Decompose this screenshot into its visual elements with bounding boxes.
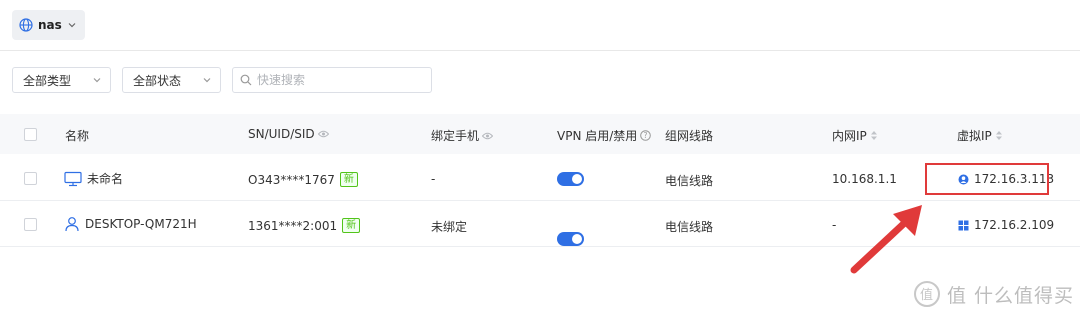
row-checkbox[interactable] <box>24 172 37 185</box>
chevron-down-icon <box>93 78 101 83</box>
row-checkbox[interactable] <box>24 218 37 231</box>
vpn-toggle[interactable] <box>557 172 584 186</box>
status-filter-select[interactable]: 全部状态 <box>122 67 221 93</box>
header-lan-ip[interactable]: 内网IP <box>832 127 878 144</box>
search-box[interactable] <box>232 67 432 93</box>
header-virtual-ip[interactable]: 虚拟IP <box>957 127 1003 144</box>
header-phone: 绑定手机 <box>431 127 494 144</box>
row-device-name: DESKTOP-QM721H <box>64 216 197 232</box>
highlight-box <box>925 163 1049 195</box>
header-name: 名称 <box>65 129 90 143</box>
row-phone: 未绑定 <box>431 220 468 234</box>
row-sn: O343****1767 新 <box>248 172 358 187</box>
type-filter-value: 全部类型 <box>23 73 72 88</box>
row-lan-ip: 10.168.1.1 <box>832 172 897 186</box>
vpn-toggle[interactable] <box>557 232 584 246</box>
network-selector[interactable]: nas <box>12 10 85 40</box>
user-icon <box>65 217 79 232</box>
new-badge: 新 <box>342 218 361 233</box>
header-sn: SN/UID/SID <box>248 127 329 141</box>
watermark: 值 值 什么值得买 <box>913 280 1074 308</box>
row-lan-ip: - <box>832 218 837 232</box>
network-name: nas <box>38 18 62 32</box>
watermark-text: 值 什么值得买 <box>947 284 1075 307</box>
eye-icon[interactable] <box>317 130 329 138</box>
row-virtual-ip: 172.16.2.109 <box>958 218 1054 232</box>
desktop-icon <box>64 171 82 186</box>
header-vpn: VPN 启用/禁用 ? <box>557 127 652 144</box>
row-sn: 1361****2:001 新 <box>248 218 361 233</box>
divider <box>0 50 1080 51</box>
chevron-down-icon <box>68 23 76 28</box>
row-device-name: 未命名 <box>64 170 123 187</box>
sort-icon[interactable] <box>995 130 1003 141</box>
select-all-checkbox[interactable] <box>24 128 37 141</box>
svg-text:值: 值 <box>920 287 934 303</box>
chevron-down-icon <box>203 78 211 83</box>
new-badge: 新 <box>339 172 358 187</box>
search-icon <box>240 74 252 86</box>
arrow-icon <box>850 205 922 274</box>
type-filter-select[interactable]: 全部类型 <box>12 67 111 93</box>
search-input[interactable] <box>257 73 417 87</box>
help-icon[interactable]: ? <box>640 130 652 141</box>
watermark-logo-icon: 值 <box>914 281 940 307</box>
row-phone: - <box>431 172 436 186</box>
eye-icon[interactable] <box>482 132 494 140</box>
row-line: 电信线路 <box>665 220 714 234</box>
windows-icon <box>958 220 969 230</box>
status-filter-value: 全部状态 <box>133 73 182 88</box>
globe-icon <box>19 18 33 32</box>
row-line: 电信线路 <box>665 174 714 188</box>
sort-icon[interactable] <box>870 130 878 141</box>
svg-text:?: ? <box>644 131 648 140</box>
header-line: 组网线路 <box>665 129 714 143</box>
table-header <box>0 114 1080 154</box>
